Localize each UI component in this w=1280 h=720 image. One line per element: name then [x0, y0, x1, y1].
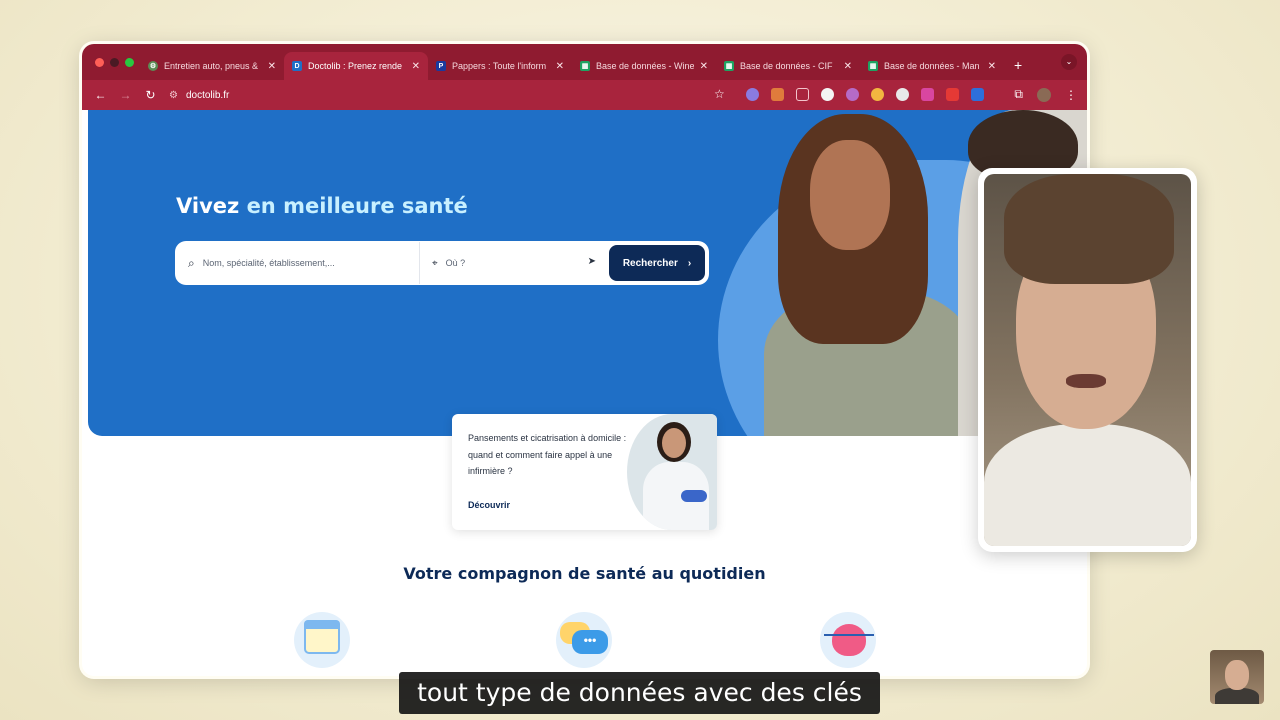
search-input[interactable]: ⌕ Nom, spécialité, établissement,... [176, 242, 420, 284]
tab-bar: ⚙ Entretien auto, pneus & ✕ D Doctolib :… [82, 44, 1087, 80]
close-tab-icon[interactable]: ✕ [844, 61, 852, 72]
site-settings-icon[interactable]: ⚙ [169, 90, 178, 101]
location-pin-icon: ⌖ [432, 257, 438, 269]
extension-icon[interactable] [921, 88, 934, 101]
url-text: doctolib.fr [185, 89, 230, 101]
extension-icon[interactable] [946, 88, 959, 101]
sheets-icon: ▦ [868, 61, 878, 71]
reload-icon[interactable]: ↻ [138, 88, 163, 102]
back-arrow-icon[interactable]: ← [88, 88, 113, 102]
tab-search-button[interactable]: ⌄ [1061, 54, 1077, 70]
tab-title: Doctolib : Prenez rende [308, 61, 403, 71]
minimize-window-button[interactable] [110, 57, 119, 67]
hero-banner: Vivez en meilleure santé ⌕ Nom, spéciali… [88, 110, 1087, 436]
pappers-icon: P [436, 61, 446, 71]
close-window-button[interactable] [95, 57, 104, 67]
heart-pulse-feature-icon [820, 612, 876, 668]
location-placeholder: Où ? [445, 258, 466, 268]
webcam-overlay [978, 168, 1197, 552]
puzzle-icon[interactable]: ⧉ [1014, 87, 1023, 102]
tab-title: Base de données - Man [884, 61, 980, 71]
search-bar: ⌕ Nom, spécialité, établissement,... ⌖ O… [176, 242, 708, 284]
extension-icon[interactable] [896, 88, 909, 101]
chat-feature-icon: ••• [556, 612, 612, 668]
close-tab-icon[interactable]: ✕ [700, 61, 708, 72]
window-controls [82, 57, 140, 67]
hero-title-part1: Vivez [176, 194, 240, 218]
sheets-icon: ▦ [580, 61, 590, 71]
extension-icon[interactable] [971, 88, 984, 101]
extension-icon[interactable] [846, 88, 859, 101]
bookmark-star-icon[interactable]: ☆ [714, 87, 725, 101]
calendar-feature-icon [294, 612, 350, 668]
doctolib-icon: D [292, 61, 302, 71]
avatar[interactable] [1037, 87, 1051, 102]
search-placeholder: Nom, spécialité, établissement,... [202, 258, 335, 268]
new-tab-button[interactable]: + [1014, 57, 1022, 73]
extension-icon[interactable] [821, 88, 834, 101]
search-icon: ⌕ [188, 255, 195, 270]
close-tab-icon[interactable]: ✕ [268, 61, 276, 72]
close-tab-icon[interactable]: ✕ [556, 61, 564, 72]
tab-doctolib[interactable]: D Doctolib : Prenez rende ✕ [284, 52, 428, 80]
extensions-bar [746, 88, 984, 101]
section-title: Votre compagnon de santé au quotidien [403, 564, 766, 583]
tab-pappers[interactable]: P Pappers : Toute l'inform ✕ [428, 52, 572, 80]
browser-window: ⚙ Entretien auto, pneus & ✕ D Doctolib :… [82, 44, 1087, 676]
forward-arrow-icon[interactable]: → [113, 88, 138, 102]
promo-card-text: Pansements et cicatrisation à domicile :… [468, 433, 627, 476]
tab-title: Base de données - Wine [596, 61, 694, 71]
hero-title-part2: en meilleure santé [246, 194, 468, 218]
subtitle-caption: tout type de données avec des clés [399, 672, 880, 714]
sheets-icon: ▦ [724, 61, 734, 71]
browser-toolbar: ← → ↻ ⚙ doctolib.fr ☆ ⧉ ⋮ [82, 80, 1087, 110]
menu-kebab-icon[interactable]: ⋮ [1065, 88, 1077, 102]
extension-icon[interactable] [746, 88, 759, 101]
close-tab-icon[interactable]: ✕ [988, 61, 996, 72]
promo-card-link[interactable]: Découvrir [468, 500, 510, 510]
search-button-label: Rechercher [622, 257, 678, 269]
location-input[interactable]: ⌖ Où ? ➤ [420, 242, 608, 284]
extension-icon[interactable] [771, 88, 784, 101]
tab-title: Base de données - CIF [740, 61, 833, 71]
tab-sheets-wine[interactable]: ▦ Base de données - Wine ✕ [572, 52, 716, 80]
maximize-window-button[interactable] [125, 57, 134, 67]
extension-icon[interactable] [871, 88, 884, 101]
mail-icon[interactable] [796, 88, 809, 101]
chevron-right-icon: › [687, 257, 692, 269]
promo-card-photo [627, 414, 717, 530]
gear-icon: ⚙ [148, 61, 158, 71]
hero-photo-patient-face [810, 140, 890, 250]
hero-title: Vivez en meilleure santé [176, 194, 468, 218]
webcam-video [984, 174, 1191, 546]
close-tab-icon[interactable]: ✕ [412, 61, 420, 72]
tab-title: Entretien auto, pneus & [164, 61, 259, 71]
tab-sheets-man[interactable]: ▦ Base de données - Man ✕ [860, 52, 1004, 80]
search-button[interactable]: Rechercher › [609, 245, 705, 281]
presenter-thumbnail [1210, 650, 1264, 704]
toolbar-right: ⧉ ⋮ [1014, 87, 1077, 102]
promo-card[interactable]: Pansements et cicatrisation à domicile :… [452, 414, 717, 530]
tab-entretien[interactable]: ⚙ Entretien auto, pneus & ✕ [140, 52, 284, 80]
geolocate-arrow-icon[interactable]: ➤ [588, 256, 596, 267]
tab-title: Pappers : Toute l'inform [452, 61, 547, 71]
tab-sheets-cif[interactable]: ▦ Base de données - CIF ✕ [716, 52, 860, 80]
address-bar[interactable]: ⚙ doctolib.fr [169, 90, 229, 101]
